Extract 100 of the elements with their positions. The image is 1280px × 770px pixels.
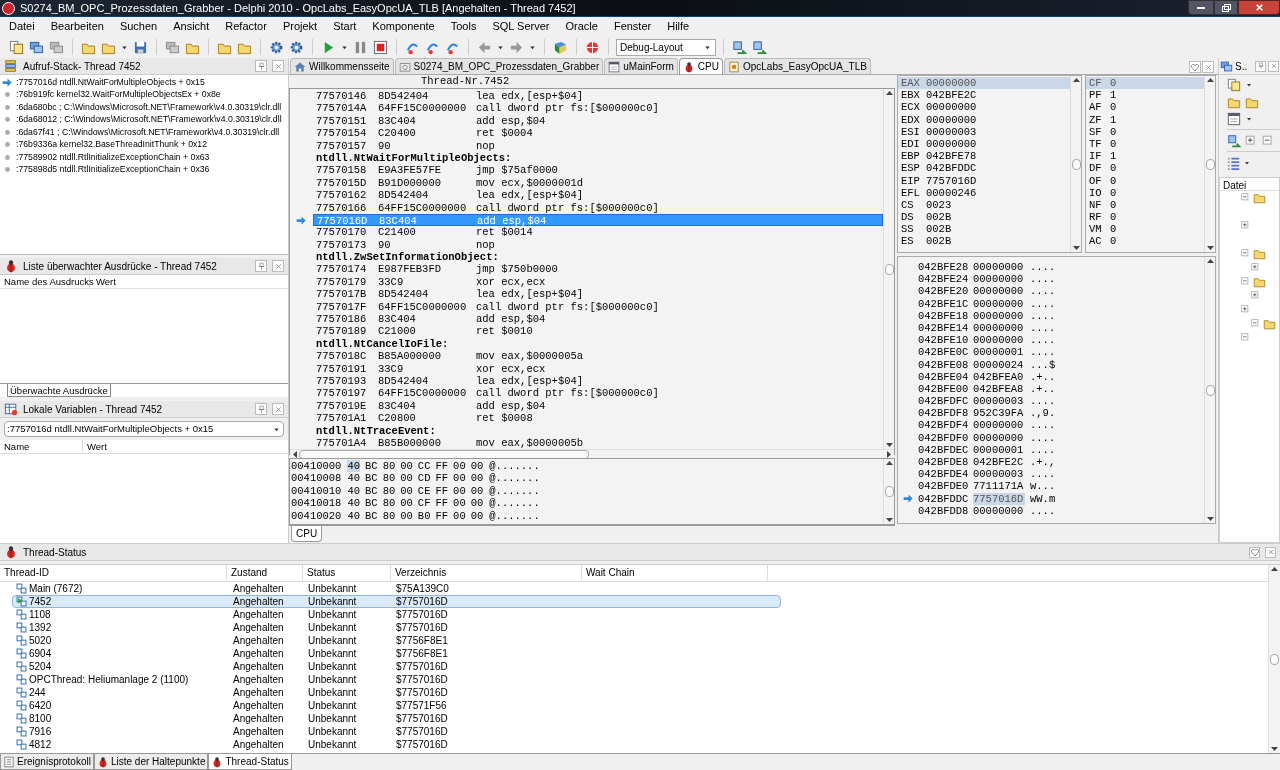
stop-icon[interactable] bbox=[373, 39, 388, 55]
disassembly-row[interactable]: 775701A4 B85B000000 mov eax,$0000005b bbox=[313, 436, 883, 450]
list-icon[interactable] bbox=[1227, 156, 1241, 170]
flag-row[interactable]: RF 0 bbox=[1086, 211, 1204, 224]
thread-row[interactable]: OPCThread: Heliumanlage 2 (1100) Angehalten Unbekannt $7757016D bbox=[12, 673, 781, 686]
stack-value[interactable]: 7757016D bbox=[973, 492, 1025, 505]
stack-frame[interactable]: :6da68012 ; C:\Windows\Microsoft.NET\Framework\v4.0.30319\clr.dll bbox=[16, 113, 282, 127]
pin-button[interactable] bbox=[1255, 60, 1266, 72]
stack-value[interactable]: 00000000 bbox=[973, 321, 1025, 335]
thread-row[interactable]: 5020 Angehalten Unbekannt $7756F8E1 bbox=[12, 634, 781, 647]
disassembly-row[interactable]: 77570166 64FF15C0000000 call dword ptr fs:[$000000c0] bbox=[313, 201, 883, 214]
stack-value[interactable]: 00000000 bbox=[973, 334, 1025, 347]
stack-frame[interactable]: :6da67f41 ; C:\Windows\Microsoft.NET\Framework\v4.0.30319\clr.dll bbox=[16, 125, 280, 139]
scroll-down-icon[interactable] bbox=[1206, 517, 1214, 522]
scroll-up-icon[interactable] bbox=[1271, 566, 1278, 571]
menu-item[interactable]: Refactor bbox=[222, 18, 270, 35]
vertical-scrollbar[interactable] bbox=[883, 89, 894, 450]
register-row[interactable]: ES 002B bbox=[898, 235, 1070, 248]
column-header[interactable]: Datei bbox=[1220, 178, 1279, 191]
panel-tab[interactable]: Thread-Status bbox=[208, 754, 292, 770]
register-row[interactable]: EFL 00000246 bbox=[898, 186, 1070, 199]
column-header[interactable]: Zustand bbox=[227, 565, 303, 581]
stack-value[interactable]: 00000001 bbox=[973, 346, 1025, 359]
swap-icon[interactable] bbox=[752, 39, 767, 55]
vertical-scrollbar[interactable] bbox=[1204, 257, 1215, 523]
menu-item[interactable]: Projekt bbox=[279, 18, 321, 35]
scrollbar-thumb[interactable] bbox=[884, 486, 894, 497]
flag-row[interactable]: PF 1 bbox=[1086, 89, 1204, 102]
thread-row[interactable]: 4812 Angehalten Unbekannt $7757016D bbox=[12, 738, 781, 751]
thread-row[interactable]: 7452 Angehalten Unbekannt $7757016D bbox=[12, 595, 781, 608]
caret-icon[interactable] bbox=[1245, 115, 1253, 123]
stack-value[interactable]: 00000000 bbox=[973, 309, 1025, 322]
scrollbar-thumb[interactable] bbox=[1205, 384, 1215, 396]
register-row[interactable]: EDX 00000000 bbox=[898, 113, 1070, 126]
vertical-scrollbar[interactable] bbox=[1070, 76, 1081, 252]
expand-icon[interactable] bbox=[1250, 290, 1261, 301]
disassembly-row[interactable]: 7757015D B91D000000 mov ecx,$0000001d bbox=[313, 176, 883, 190]
windows-icon[interactable] bbox=[165, 39, 180, 55]
caret-icon[interactable] bbox=[1243, 159, 1251, 167]
stack-value[interactable]: 00000000 bbox=[973, 419, 1025, 432]
caret-icon[interactable] bbox=[1245, 81, 1253, 89]
register-row[interactable]: ESP 042BFDDC bbox=[898, 162, 1070, 175]
flag-row[interactable]: IO 0 bbox=[1086, 186, 1204, 199]
stack-frame[interactable]: :76b9336a kernel32.BaseThreadInitThunk + 0x12 bbox=[16, 138, 208, 152]
collapse-icon[interactable] bbox=[1240, 192, 1251, 203]
disassembly-row[interactable]: 77570189 C21000 ret $0010 bbox=[313, 325, 883, 338]
expand-icon[interactable] bbox=[1240, 220, 1251, 231]
windows-icon[interactable] bbox=[29, 39, 44, 55]
disassembly-row[interactable]: 77570146 8D542404 lea edx,[esp+$04] bbox=[313, 90, 883, 103]
menu-item[interactable]: Datei bbox=[6, 18, 38, 35]
flag-row[interactable]: NF 0 bbox=[1086, 198, 1204, 212]
gear-icon[interactable] bbox=[269, 39, 284, 55]
flag-row[interactable]: VM 0 bbox=[1086, 223, 1204, 236]
stack-value[interactable]: 00000000 bbox=[973, 504, 1025, 517]
menu-item[interactable]: Oracle bbox=[562, 18, 601, 35]
vertical-scrollbar[interactable] bbox=[883, 459, 894, 524]
thread-row[interactable]: 1108 Angehalten Unbekannt $7757016D bbox=[12, 608, 781, 621]
stack-frame[interactable]: :6da680bc ; C:\Windows\Microsoft.NET\Framework\v4.0.30319\clr.dll bbox=[16, 100, 282, 114]
form-icon[interactable] bbox=[1227, 112, 1241, 126]
stack-value[interactable]: 042BFE2C bbox=[973, 456, 1025, 469]
disassembly-row[interactable]: 77570193 8D542404 lea edx,[esp+$04] bbox=[313, 375, 883, 388]
layout-select[interactable]: Debug-Layout bbox=[616, 38, 716, 56]
disassembly-row[interactable]: 77570158 E9A3FE57FE jmp $75af0000 bbox=[313, 164, 883, 177]
stack-value[interactable]: 00000000 bbox=[973, 431, 1025, 444]
disassembly-row[interactable]: 77570162 8D542404 lea edx,[esp+$04] bbox=[313, 189, 883, 202]
pause-icon[interactable] bbox=[353, 39, 368, 55]
disassembly-row[interactable]: 775701A1 C20800 ret $0008 bbox=[313, 412, 883, 425]
disassembly-row[interactable]: 7757017B 8D542404 lea edx,[esp+$04] bbox=[313, 288, 883, 301]
scrollbar-thumb[interactable] bbox=[1071, 158, 1081, 170]
menu-item[interactable]: Komponente bbox=[369, 18, 438, 35]
vertical-scrollbar[interactable] bbox=[1268, 565, 1280, 753]
scroll-right-icon[interactable] bbox=[887, 451, 892, 459]
windows-icon[interactable] bbox=[49, 39, 64, 55]
pin-button[interactable] bbox=[255, 403, 267, 415]
editor-tab[interactable]: S0274_BM_OPC_Prozessdaten_Grabber bbox=[394, 58, 604, 74]
stack-value[interactable]: 00000000 bbox=[973, 273, 1025, 286]
column-header[interactable]: Name bbox=[0, 440, 83, 453]
column-header[interactable]: Verzeichnis bbox=[391, 565, 582, 581]
scroll-down-icon[interactable] bbox=[1072, 246, 1080, 251]
register-row[interactable]: EBP 042BFE78 bbox=[898, 150, 1070, 163]
stack-frame[interactable]: :77589902 ntdll.RtlInitializeExceptionChain + 0x63 bbox=[16, 150, 210, 164]
register-row[interactable]: CS 0023 bbox=[898, 198, 1070, 212]
expand-icon[interactable] bbox=[1250, 262, 1261, 273]
thread-row[interactable]: Main (7672) Angehalten Unbekannt $75A139C0 bbox=[12, 582, 781, 595]
scrollbar-thumb[interactable] bbox=[1270, 653, 1279, 665]
collapse-icon[interactable] bbox=[1240, 248, 1251, 259]
collapse-icon[interactable] bbox=[1261, 134, 1275, 148]
scroll-left-icon[interactable] bbox=[292, 451, 297, 459]
disassembly-row[interactable]: 77570154 C20400 ret $0004 bbox=[313, 127, 883, 140]
flag-row[interactable]: SF 0 bbox=[1086, 125, 1204, 138]
scrollbar-thumb[interactable] bbox=[1205, 158, 1215, 170]
flag-row[interactable]: DF 0 bbox=[1086, 162, 1204, 175]
expand-icon[interactable] bbox=[1244, 134, 1258, 148]
stack-value[interactable]: 7711171A bbox=[973, 480, 1025, 493]
thread-row[interactable]: 244 Angehalten Unbekannt $7757016D bbox=[12, 686, 781, 699]
documents-icon[interactable] bbox=[9, 39, 24, 55]
stack-frame[interactable]: :775898d5 ntdll.RtlInitializeExceptionChain + 0x36 bbox=[16, 163, 210, 177]
scroll-up-icon[interactable] bbox=[1206, 258, 1214, 263]
register-row[interactable]: DS 002B bbox=[898, 211, 1070, 224]
disassembly-row[interactable]: 77570197 64FF15C0000000 call dword ptr fs:[$000000c0] bbox=[313, 387, 883, 400]
